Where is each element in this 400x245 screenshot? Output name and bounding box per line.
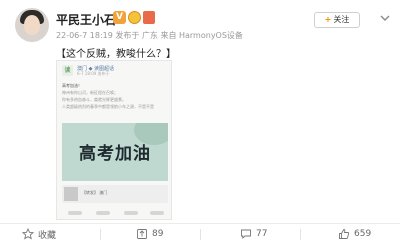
verified-badge-icon: V xyxy=(113,11,126,24)
inner-action-bar xyxy=(62,209,168,217)
comment-button[interactable]: 77 xyxy=(240,227,267,241)
inner-action-placeholder xyxy=(150,211,164,215)
thumbs-up-icon xyxy=(339,229,350,239)
inner-text-line: 神州有你山河，新征程在召唤； xyxy=(62,90,118,95)
inner-text-line: 高考加油！ xyxy=(62,83,82,88)
inner-post-time: 6-7 18:09 发布于 xyxy=(77,71,110,76)
comment-icon xyxy=(241,229,251,240)
calligraphy-photo: 高考加油 xyxy=(62,123,168,181)
comment-count: 77 xyxy=(256,229,268,239)
repost-button[interactable]: 89 xyxy=(136,227,163,241)
post-text: 【这个反贼，教唆什么？】 xyxy=(56,49,176,60)
avatar-face xyxy=(24,15,40,35)
footer-divider xyxy=(0,223,400,224)
weibo-post-card: 平民王小石 V 22-06-7 18:19 发布于 广东 来自 HarmonyO… xyxy=(0,0,400,245)
star-icon xyxy=(22,228,34,240)
post-meta: 22-06-7 18:19 发布于 广东 来自 HarmonyOS设备 xyxy=(56,31,243,40)
inner-text-line: 人类超级热烈的春季中都是领航小车之源，不是不是 xyxy=(62,104,154,109)
like-button[interactable]: 659 xyxy=(338,227,371,241)
member-badge-icon xyxy=(128,11,141,24)
like-count: 659 xyxy=(354,229,372,239)
video-thumbnail xyxy=(64,187,78,201)
inner-action-placeholder xyxy=(96,211,110,215)
follow-label: 关注 xyxy=(333,15,350,24)
inner-action-placeholder xyxy=(68,211,82,215)
footer-separator xyxy=(300,229,301,240)
follow-button[interactable]: + 关注 xyxy=(314,12,360,28)
calligraphy-text: 高考加油 xyxy=(79,144,151,164)
repost-count: 89 xyxy=(152,229,164,239)
author-avatar[interactable] xyxy=(15,8,49,42)
inner-text-line: 你有多热血奋斗，奠就光辉更盛景。 xyxy=(62,97,126,102)
footer-separator xyxy=(100,229,101,240)
favorite-button[interactable]: 收藏 xyxy=(22,227,56,241)
repost-icon xyxy=(137,229,147,239)
video-card: 【转发】 澳门 xyxy=(62,185,168,203)
inner-action-placeholder xyxy=(124,211,138,215)
plus-icon: + xyxy=(324,15,332,24)
favorite-label: 收藏 xyxy=(38,230,57,241)
video-label: 【转发】 澳门 xyxy=(82,190,108,195)
fan-badge-icon xyxy=(143,11,155,24)
chevron-down-icon[interactable] xyxy=(379,12,391,24)
author-name[interactable]: 平民王小石 xyxy=(56,11,116,28)
embedded-screenshot[interactable]: 读 澳门 ◆ 读图超话 6-7 18:09 发布于 高考加油！ 神州有你山河，新… xyxy=(56,60,172,220)
inner-avatar: 读 xyxy=(62,65,73,76)
footer-separator xyxy=(200,229,201,240)
